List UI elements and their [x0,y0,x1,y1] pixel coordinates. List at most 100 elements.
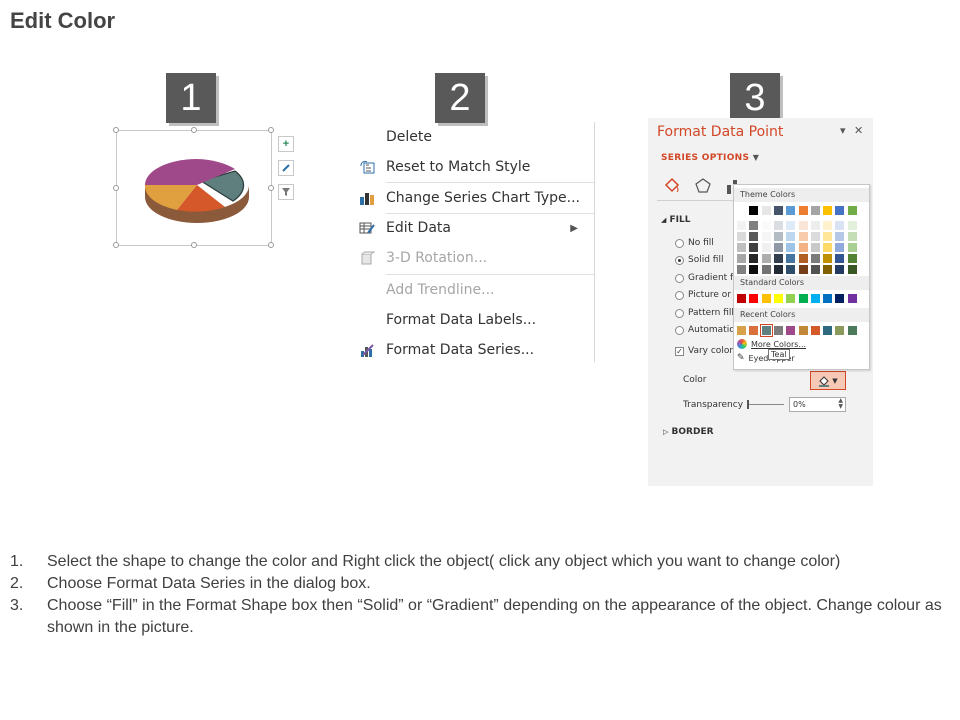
standard-color-swatch[interactable] [749,294,759,303]
resize-handle[interactable] [113,185,119,191]
theme-color-tint-swatch[interactable] [761,265,771,274]
standard-color-swatch[interactable] [810,294,820,303]
theme-color-tint-swatch[interactable] [773,254,783,263]
standard-color-swatch[interactable] [835,294,845,303]
theme-color-tint-swatch[interactable] [773,243,783,252]
theme-color-tint-swatch[interactable] [810,243,820,252]
recent-color-swatch[interactable] [737,326,746,335]
theme-color-tint-swatch[interactable] [786,232,796,241]
resize-handle[interactable] [113,242,119,248]
pie-chart[interactable] [117,131,273,247]
theme-color-tint-swatch[interactable] [737,265,746,274]
theme-color-tint-swatch[interactable] [786,243,796,252]
recent-color-swatch[interactable] [810,326,820,335]
theme-color-tint-swatch[interactable] [823,254,833,263]
recent-color-swatch[interactable] [835,326,845,335]
recent-color-swatch[interactable] [823,326,833,335]
radio-gradient-fill[interactable]: Gradient fill [675,273,741,283]
theme-color-tint-swatch[interactable] [798,221,808,230]
theme-color-tint-swatch[interactable] [749,243,759,252]
theme-color-swatch[interactable] [835,206,845,215]
standard-color-swatch[interactable] [823,294,833,303]
standard-color-swatch[interactable] [798,294,808,303]
menu-item-reset-style[interactable]: Reset to Match Style [348,153,594,181]
menu-item-add-trendline[interactable]: Add Trendline... [348,276,594,304]
theme-color-tint-swatch[interactable] [823,265,833,274]
theme-color-tint-swatch[interactable] [823,221,833,230]
theme-color-tint-swatch[interactable] [773,232,783,241]
radio-automatic[interactable]: Automatic [675,325,734,335]
theme-color-tint-swatch[interactable] [798,254,808,263]
theme-color-swatch[interactable] [773,206,783,215]
radio-no-fill[interactable]: No fill [675,238,714,248]
tab-effects[interactable] [693,176,713,196]
menu-item-format-data-labels[interactable]: Format Data Labels... [348,306,594,334]
theme-color-tint-swatch[interactable] [835,243,845,252]
fill-section-header[interactable]: ◢ FILL [661,215,691,225]
chart-styles-button[interactable] [278,160,294,176]
chart-area[interactable] [113,127,274,248]
standard-color-swatch[interactable] [773,294,783,303]
fill-color-button[interactable]: ▼ [810,371,846,390]
theme-color-swatch[interactable] [810,206,820,215]
theme-color-tint-swatch[interactable] [847,254,857,263]
theme-color-tint-swatch[interactable] [786,265,796,274]
series-options-dropdown[interactable]: SERIES OPTIONS ▼ [661,153,759,163]
pane-options-icon[interactable]: ▾ [840,124,846,137]
resize-handle[interactable] [113,127,119,133]
theme-color-tint-swatch[interactable] [737,232,746,241]
menu-item-3d-rotation[interactable]: 3-D Rotation... [348,244,594,272]
theme-color-tint-swatch[interactable] [761,243,771,252]
theme-color-tint-swatch[interactable] [773,221,783,230]
menu-item-edit-data[interactable]: Edit Data ▶ [348,214,594,242]
resize-handle[interactable] [268,127,274,133]
theme-color-tint-swatch[interactable] [737,221,746,230]
border-section-header[interactable]: ▷ BORDER [663,427,714,437]
menu-item-format-data-series[interactable]: Format Data Series... [348,336,594,364]
theme-color-tint-swatch[interactable] [810,265,820,274]
spinner-arrows-icon[interactable]: ▲ ▼ [838,398,843,410]
theme-color-tint-swatch[interactable] [823,232,833,241]
theme-color-tint-swatch[interactable] [847,265,857,274]
theme-color-swatch[interactable] [761,206,771,215]
tab-fill-line[interactable] [662,176,682,196]
theme-color-swatch[interactable] [737,206,746,215]
theme-color-tint-swatch[interactable] [737,243,746,252]
recent-color-swatch[interactable] [749,326,759,335]
recent-color-swatch[interactable] [798,326,808,335]
theme-color-tint-swatch[interactable] [749,265,759,274]
recent-color-swatch[interactable] [773,326,783,335]
theme-color-tint-swatch[interactable] [835,221,845,230]
theme-color-tint-swatch[interactable] [749,221,759,230]
theme-color-tint-swatch[interactable] [810,232,820,241]
resize-handle[interactable] [191,127,197,133]
theme-color-tint-swatch[interactable] [847,232,857,241]
close-icon[interactable]: ✕ [854,124,863,137]
theme-color-tint-swatch[interactable] [737,254,746,263]
theme-color-tint-swatch[interactable] [835,232,845,241]
resize-handle[interactable] [268,185,274,191]
slider-thumb[interactable] [747,400,749,409]
theme-color-tint-swatch[interactable] [773,265,783,274]
transparency-slider[interactable] [748,404,784,405]
theme-color-tint-swatch[interactable] [798,265,808,274]
standard-color-swatch[interactable] [737,294,746,303]
recent-color-swatch[interactable] [759,324,773,337]
theme-color-tint-swatch[interactable] [810,254,820,263]
theme-color-swatch[interactable] [798,206,808,215]
standard-color-swatch[interactable] [786,294,796,303]
theme-color-swatch[interactable] [749,206,759,215]
theme-color-tint-swatch[interactable] [810,221,820,230]
theme-color-tint-swatch[interactable] [761,254,771,263]
radio-pattern-fill[interactable]: Pattern fill [675,308,734,318]
pie-slice-magenta[interactable] [145,159,197,185]
theme-color-tint-swatch[interactable] [835,254,845,263]
transparency-input[interactable]: 0% ▲ ▼ [789,397,846,412]
menu-item-delete[interactable]: Delete [348,123,594,151]
theme-color-swatch[interactable] [786,206,796,215]
chart-elements-button[interactable]: + [278,136,294,152]
standard-color-swatch[interactable] [761,294,771,303]
chart-filters-button[interactable] [278,184,294,200]
theme-color-tint-swatch[interactable] [761,232,771,241]
theme-color-tint-swatch[interactable] [761,221,771,230]
